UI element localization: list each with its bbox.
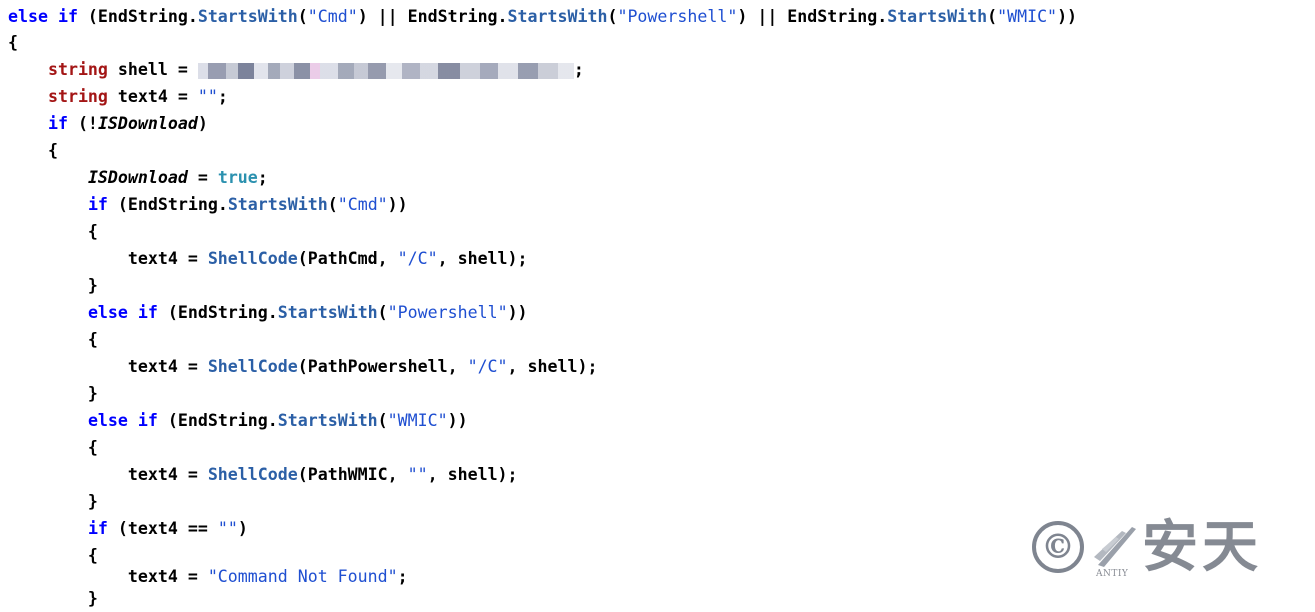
- code-line-9: {: [8, 222, 98, 241]
- code-line-8: if (EndString.StartsWith("Cmd")): [87, 195, 408, 214]
- code-view: else if (EndString.StartsWith("Cmd") || …: [0, 0, 1315, 608]
- copyright-icon: ©: [1032, 521, 1084, 573]
- watermark-brand-en: ANTIY: [1096, 569, 1129, 579]
- code-line-11: }: [8, 276, 98, 295]
- antiy-watermark: © ANTIY 安天: [1032, 515, 1288, 585]
- code-line-15: }: [8, 384, 98, 403]
- code-line-3: string shell = ;: [47, 60, 584, 79]
- code-line-18: text4 = ShellCode(PathWMIC, "", shell);: [8, 465, 518, 484]
- watermark-brand-cn: 安天: [1142, 515, 1262, 580]
- code-line-13: {: [8, 330, 98, 349]
- code-line-12: else if (EndString.StartsWith("Powershel…: [87, 303, 528, 322]
- code-line-14: text4 = ShellCode(PathPowershell, "/C", …: [8, 357, 598, 376]
- code-line-4: string text4 = "";: [47, 87, 228, 106]
- redacted-value: [197, 62, 574, 79]
- code-line-5: if (!ISDownload): [47, 114, 208, 133]
- code-line-17: {: [8, 438, 98, 457]
- antiy-wing-logo-icon: [1094, 527, 1136, 567]
- code-line-19: }: [8, 492, 98, 511]
- code-line-16: else if (EndString.StartsWith("WMIC")): [87, 411, 468, 430]
- code-line-23: }: [8, 589, 98, 608]
- code-line-10: text4 = ShellCode(PathCmd, "/C", shell);: [8, 249, 528, 268]
- code-line-2: {: [8, 33, 18, 52]
- code-line-1: else if (EndString.StartsWith("Cmd") || …: [8, 7, 1078, 26]
- code-line-7: ISDownload = true;: [87, 168, 268, 187]
- code-line-20: if (text4 == ""): [87, 519, 248, 538]
- code-line-6: {: [8, 141, 58, 160]
